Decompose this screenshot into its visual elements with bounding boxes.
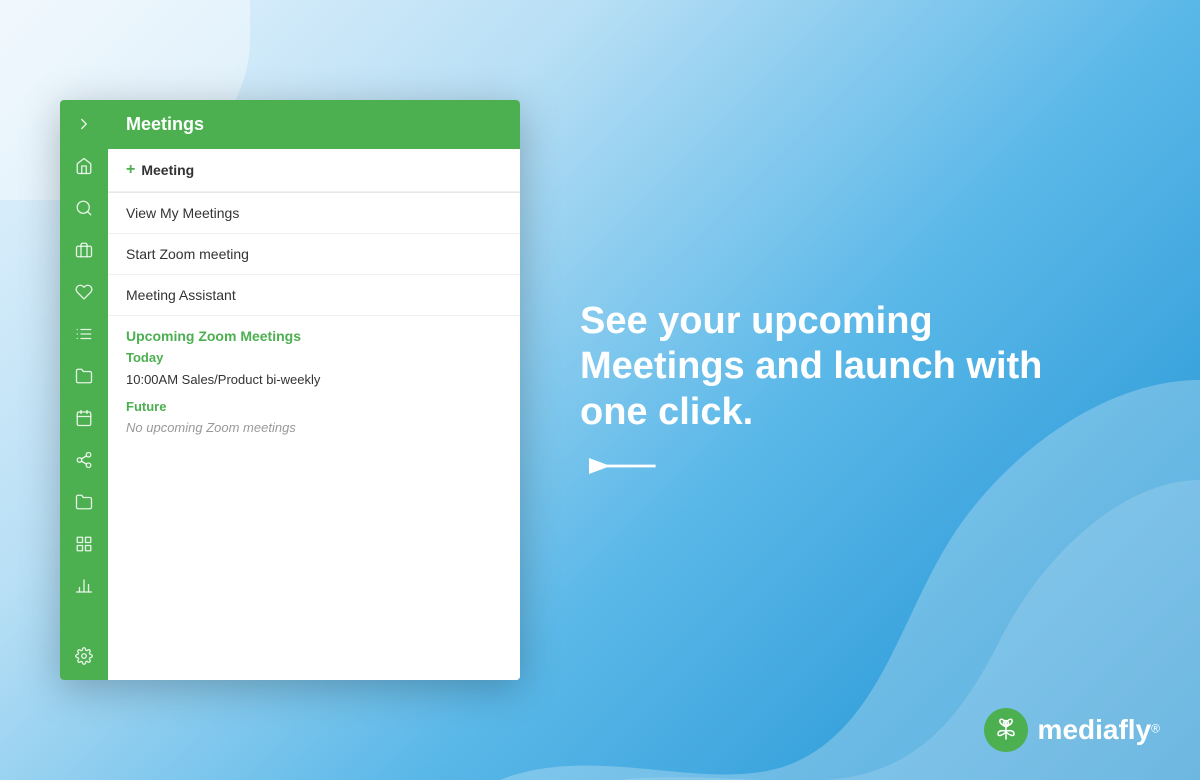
main-panel: Meetings + Meeting View My Meetings Star… <box>108 100 520 680</box>
meeting-assistant-item[interactable]: Meeting Assistant <box>108 275 520 316</box>
today-label: Today <box>126 350 502 365</box>
panel-title: Meetings <box>126 114 204 134</box>
list-icon[interactable] <box>72 322 96 346</box>
meeting-title: Sales/Product bi-weekly <box>182 372 321 387</box>
briefcase-icon[interactable] <box>72 238 96 262</box>
view-meetings-label: View My Meetings <box>126 205 239 221</box>
content-wrapper: Meetings + Meeting View My Meetings Star… <box>0 0 1200 780</box>
heart-icon[interactable] <box>72 280 96 304</box>
plus-icon: + <box>126 161 135 179</box>
calendar-icon[interactable] <box>72 406 96 430</box>
meeting-entry-1[interactable]: 10:00AM Sales/Product bi-weekly <box>126 371 502 389</box>
future-label: Future <box>126 399 502 414</box>
promo-text-section: See your upcoming Meetings and launch wi… <box>520 299 1140 482</box>
panel-header: Meetings <box>108 100 520 149</box>
start-zoom-item[interactable]: Start Zoom meeting <box>108 234 520 275</box>
mediafly-registered: ® <box>1151 722 1160 736</box>
app-mockup: Meetings + Meeting View My Meetings Star… <box>60 100 520 680</box>
view-meetings-item[interactable]: View My Meetings <box>108 192 520 234</box>
sidebar <box>60 100 108 680</box>
meeting-time: 10:00AM <box>126 372 182 387</box>
start-zoom-label: Start Zoom meeting <box>126 246 249 262</box>
search-icon[interactable] <box>72 196 96 220</box>
upcoming-section: Upcoming Zoom Meetings Today 10:00AM Sal… <box>108 316 520 441</box>
arrow-left-icon <box>580 451 660 481</box>
share-icon[interactable] <box>72 448 96 472</box>
mediafly-logo: mediafly® <box>984 708 1160 752</box>
mediafly-icon <box>984 708 1028 752</box>
folder-open-icon[interactable] <box>72 364 96 388</box>
no-meetings-text: No upcoming Zoom meetings <box>126 420 502 435</box>
mediafly-wordmark: mediafly <box>1038 714 1152 745</box>
grid-icon[interactable] <box>72 532 96 556</box>
meeting-assistant-label: Meeting Assistant <box>126 287 236 303</box>
panel-content: + Meeting View My Meetings Start Zoom me… <box>108 149 520 680</box>
mediafly-name-text: mediafly® <box>1038 714 1160 746</box>
upcoming-title: Upcoming Zoom Meetings <box>126 328 502 344</box>
arrow-right-icon[interactable] <box>72 112 96 136</box>
add-meeting-item[interactable]: + Meeting <box>108 149 520 192</box>
dragonfly-icon <box>993 717 1019 743</box>
chart-icon[interactable] <box>72 574 96 598</box>
promo-headline: See your upcoming Meetings and launch wi… <box>580 299 1060 436</box>
promo-headline-text: See your upcoming Meetings and launch wi… <box>580 300 1042 433</box>
folder2-icon[interactable] <box>72 490 96 514</box>
arrow-row <box>580 451 660 481</box>
add-meeting-label: Meeting <box>141 162 194 178</box>
home-icon[interactable] <box>72 154 96 178</box>
settings-icon[interactable] <box>72 644 96 668</box>
